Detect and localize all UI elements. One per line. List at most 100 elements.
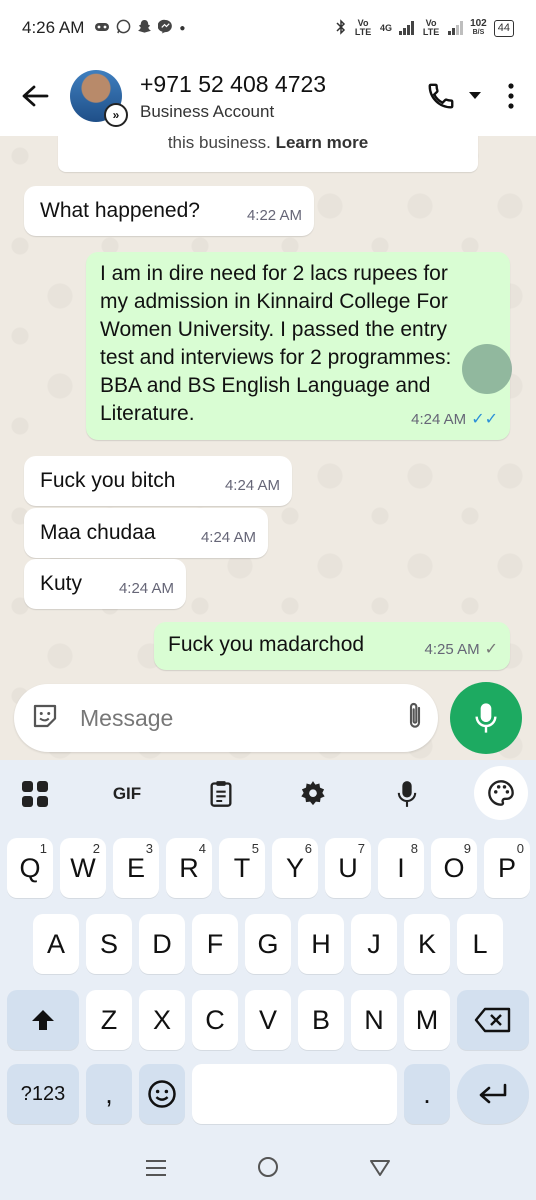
palette-icon xyxy=(488,780,514,806)
arrow-left-icon xyxy=(22,85,49,107)
message-time: 4:24 AM xyxy=(411,411,467,428)
shift-key[interactable] xyxy=(7,990,79,1050)
voice-message-button[interactable] xyxy=(450,682,522,754)
key-g[interactable]: G xyxy=(245,914,291,974)
voice-input-button[interactable] xyxy=(386,774,428,814)
message-bubble[interactable]: Fuck you madarchod 4:25 AM ✓ xyxy=(154,622,510,670)
key-k[interactable]: K xyxy=(404,914,450,974)
key-z[interactable]: Z xyxy=(86,990,132,1050)
menu-lines-icon xyxy=(146,1160,166,1176)
avatar[interactable]: » xyxy=(70,70,128,127)
message-input[interactable] xyxy=(80,704,376,732)
key-t[interactable]: T5 xyxy=(219,838,265,898)
message-bubble[interactable]: Kuty 4:24 AM xyxy=(24,559,186,609)
backspace-icon xyxy=(474,1007,511,1033)
battery-indicator: 44 xyxy=(493,19,514,37)
key-x[interactable]: X xyxy=(139,990,185,1050)
key-h[interactable]: H xyxy=(298,914,344,974)
triangle-back-icon xyxy=(370,1160,390,1176)
message-bubble[interactable]: I am in dire need for 2 lacs rupees for … xyxy=(86,252,510,440)
apps-button[interactable] xyxy=(14,774,56,814)
clipboard-icon xyxy=(210,781,232,807)
key-c[interactable]: C xyxy=(192,990,238,1050)
message-bubble[interactable]: Fuck you bitch 4:24 AM xyxy=(24,456,292,506)
key-hint: 2 xyxy=(92,841,100,856)
message-time: 4:24 AM xyxy=(118,580,174,597)
signal-icon-2 xyxy=(448,21,464,35)
space-key[interactable] xyxy=(192,1064,397,1124)
learn-more-link[interactable]: Learn more xyxy=(276,136,369,152)
circle-home-icon xyxy=(258,1156,278,1177)
paperclip-icon xyxy=(409,702,421,728)
theme-button[interactable] xyxy=(474,766,528,820)
key-w[interactable]: W2 xyxy=(60,838,106,898)
keyboard-settings-button[interactable] xyxy=(292,774,334,814)
clipboard-button[interactable] xyxy=(200,774,242,814)
key-e[interactable]: E3 xyxy=(113,838,159,898)
key-y[interactable]: Y6 xyxy=(272,838,318,898)
emoji-key[interactable] xyxy=(139,1064,185,1124)
key-m[interactable]: M xyxy=(404,990,450,1050)
message-bubble[interactable]: Maa chudaa 4:24 AM xyxy=(24,508,268,558)
symbols-key[interactable]: ?123 xyxy=(7,1064,79,1124)
data-speed-value: 102 xyxy=(470,18,487,29)
key-b[interactable]: B xyxy=(298,990,344,1050)
key-u[interactable]: U7 xyxy=(325,838,371,898)
home-button[interactable] xyxy=(257,1156,279,1185)
caret-down-icon xyxy=(469,92,481,99)
key-p[interactable]: P0 xyxy=(484,838,530,898)
message-meta: 4:24 AM ✓✓ xyxy=(411,406,498,434)
key-j[interactable]: J xyxy=(351,914,397,974)
key-label: Q xyxy=(19,852,41,883)
chat-area[interactable]: this business. Learn more What happened?… xyxy=(0,136,536,760)
back-nav-button[interactable] xyxy=(369,1156,391,1184)
key-label: U xyxy=(338,852,358,883)
business-note-text: this business. xyxy=(167,136,271,152)
key-hint: 7 xyxy=(357,841,365,856)
keyboard: GIF Q1 W2 E3 R4 T5 Y6 U7 I8 O9 P0 A S D … xyxy=(0,760,536,1140)
key-l[interactable]: L xyxy=(457,914,503,974)
phone-icon xyxy=(428,83,454,109)
key-r[interactable]: R4 xyxy=(166,838,212,898)
message-meta: 4:24 AM xyxy=(201,524,256,552)
chat-header: » +971 52 408 4723 Business Account xyxy=(0,56,536,136)
key-q[interactable]: Q1 xyxy=(7,838,53,898)
volte-label-1: Vo LTE xyxy=(354,18,372,37)
contact-info[interactable]: +971 52 408 4723 Business Account xyxy=(140,71,426,122)
key-v[interactable]: V xyxy=(245,990,291,1050)
backspace-key[interactable] xyxy=(457,990,529,1050)
signal-icon-1 xyxy=(399,21,415,35)
key-label: T xyxy=(233,852,251,883)
dot-icon: ● xyxy=(179,22,186,34)
scroll-indicator[interactable] xyxy=(462,344,512,394)
call-options-button[interactable] xyxy=(468,91,482,101)
period-key[interactable]: . xyxy=(404,1064,450,1124)
back-button[interactable] xyxy=(0,56,70,136)
voice-call-button[interactable] xyxy=(426,81,456,111)
network-type-label: 4G xyxy=(380,22,393,33)
key-a[interactable]: A xyxy=(33,914,79,974)
message-text: Kuty xyxy=(40,572,83,595)
key-o[interactable]: O9 xyxy=(431,838,477,898)
key-hint: 0 xyxy=(516,841,524,856)
sticker-button[interactable] xyxy=(30,701,60,736)
message-text: I am in dire need for 2 lacs rupees for … xyxy=(100,262,452,425)
more-options-button[interactable] xyxy=(508,83,514,109)
message-text: Maa chudaa xyxy=(40,521,156,544)
recents-button[interactable] xyxy=(145,1156,167,1184)
whatsapp-icon xyxy=(116,19,131,37)
check-sent-icon: ✓ xyxy=(484,641,498,658)
enter-icon xyxy=(479,1083,507,1104)
enter-key[interactable] xyxy=(457,1064,529,1124)
attach-button[interactable] xyxy=(404,700,426,737)
message-bubble[interactable]: What happened? 4:22 AM xyxy=(24,186,314,236)
key-i[interactable]: I8 xyxy=(378,838,424,898)
key-n[interactable]: N xyxy=(351,990,397,1050)
gif-button[interactable]: GIF xyxy=(106,774,148,814)
microphone-icon xyxy=(475,703,497,733)
key-f[interactable]: F xyxy=(192,914,238,974)
key-d[interactable]: D xyxy=(139,914,185,974)
key-label: Y xyxy=(285,852,304,883)
key-s[interactable]: S xyxy=(86,914,132,974)
comma-key[interactable]: , xyxy=(86,1064,132,1124)
